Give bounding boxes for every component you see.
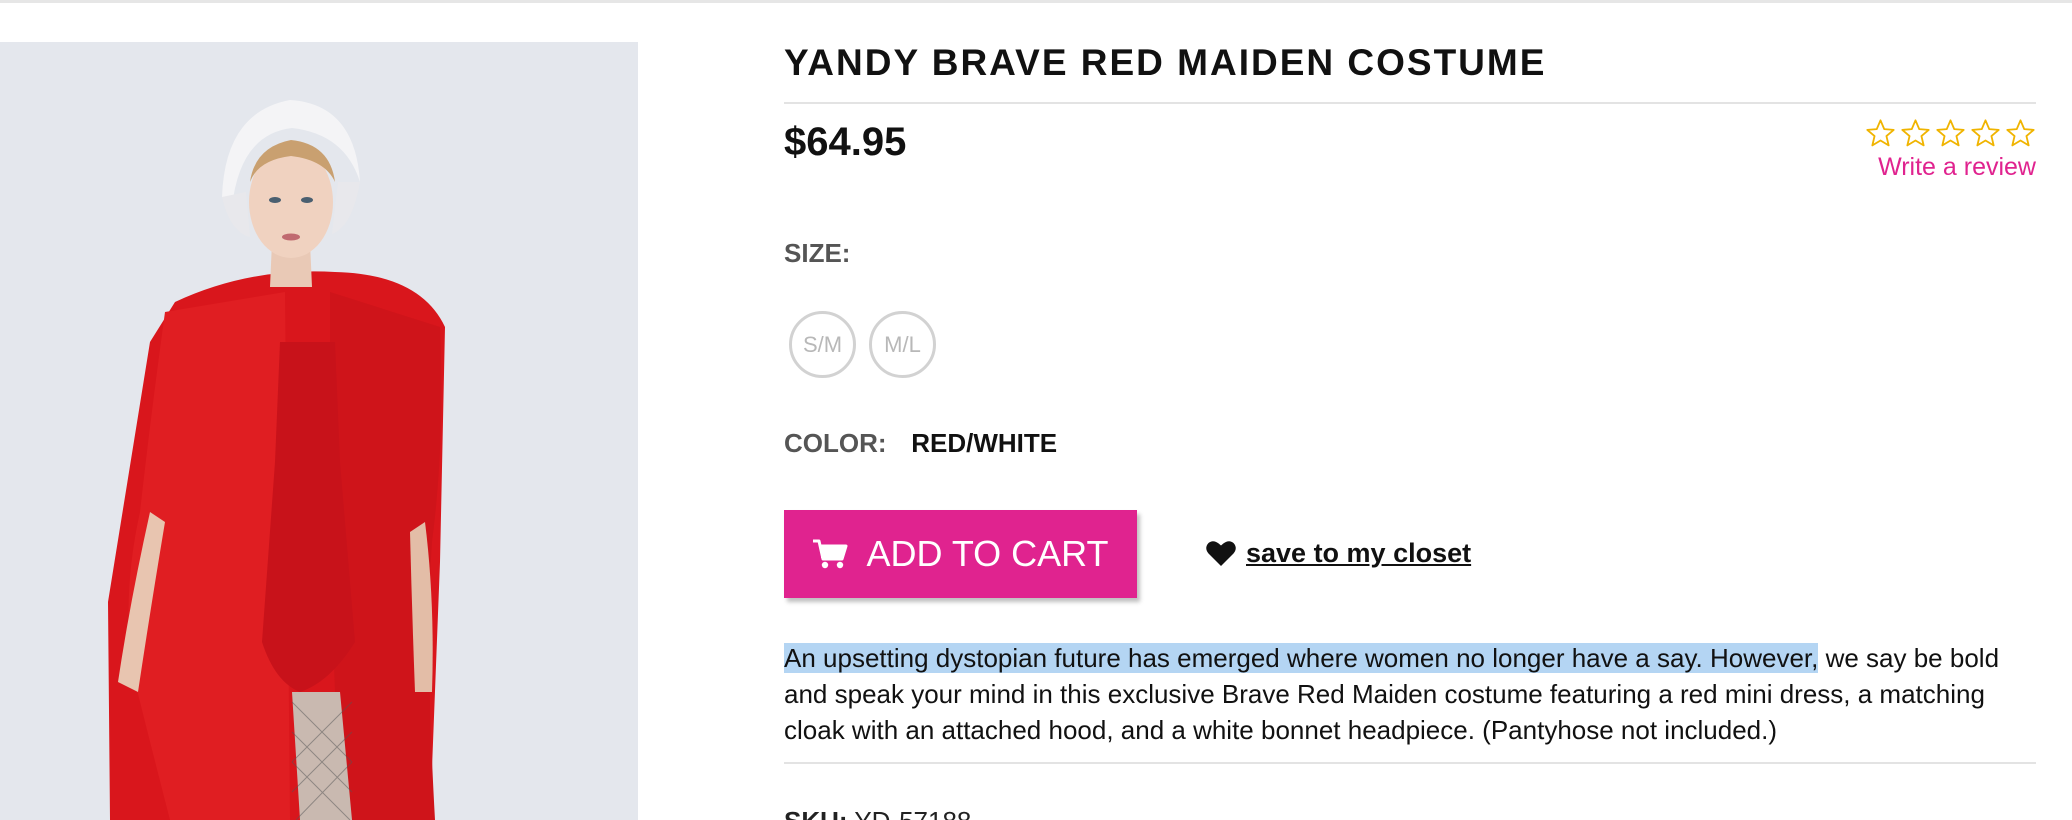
sku-value: YD-57188 (848, 806, 971, 820)
size-label: SIZE: (784, 238, 851, 268)
rating-stars[interactable] (1865, 118, 2036, 149)
add-to-cart-button[interactable]: ADD TO CART (784, 510, 1137, 598)
product-price: $64.95 (784, 120, 907, 164)
sku-row: SKU: YD-57188 (784, 806, 971, 820)
title-divider (784, 102, 2036, 104)
star-outline-icon[interactable] (1970, 118, 2001, 149)
shopping-cart-icon (812, 538, 848, 570)
description-divider (784, 762, 2036, 764)
heart-icon (1206, 540, 1236, 567)
save-to-closet-link[interactable]: save to my closet (1206, 538, 1471, 569)
product-image[interactable] (0, 42, 638, 820)
star-outline-icon[interactable] (2005, 118, 2036, 149)
write-review-link[interactable]: Write a review (1865, 153, 2036, 182)
product-info-panel: YANDY BRAVE RED MAIDEN COSTUME $64.95 Wr… (784, 0, 2036, 820)
product-description: An upsetting dystopian future has emerge… (784, 640, 2034, 748)
star-outline-icon[interactable] (1900, 118, 1931, 149)
product-title: YANDY BRAVE RED MAIDEN COSTUME (784, 42, 1547, 83)
star-outline-icon[interactable] (1935, 118, 1966, 149)
color-value: RED/WHITE (911, 428, 1058, 458)
color-row: COLOR: RED/WHITE (784, 428, 1057, 459)
add-to-cart-label: ADD TO CART (866, 533, 1109, 574)
size-option-ml[interactable]: M/L (869, 311, 936, 378)
sku-label: SKU: (784, 806, 848, 820)
rating-widget: Write a review (1865, 118, 2036, 182)
color-label: COLOR: (784, 428, 887, 458)
size-option-sm[interactable]: S/M (789, 311, 856, 378)
save-to-closet-label: save to my closet (1246, 538, 1472, 568)
size-options: S/M M/L (789, 311, 936, 378)
description-selected-text: An upsetting dystopian future has emerge… (784, 643, 1819, 673)
star-outline-icon[interactable] (1865, 118, 1896, 149)
